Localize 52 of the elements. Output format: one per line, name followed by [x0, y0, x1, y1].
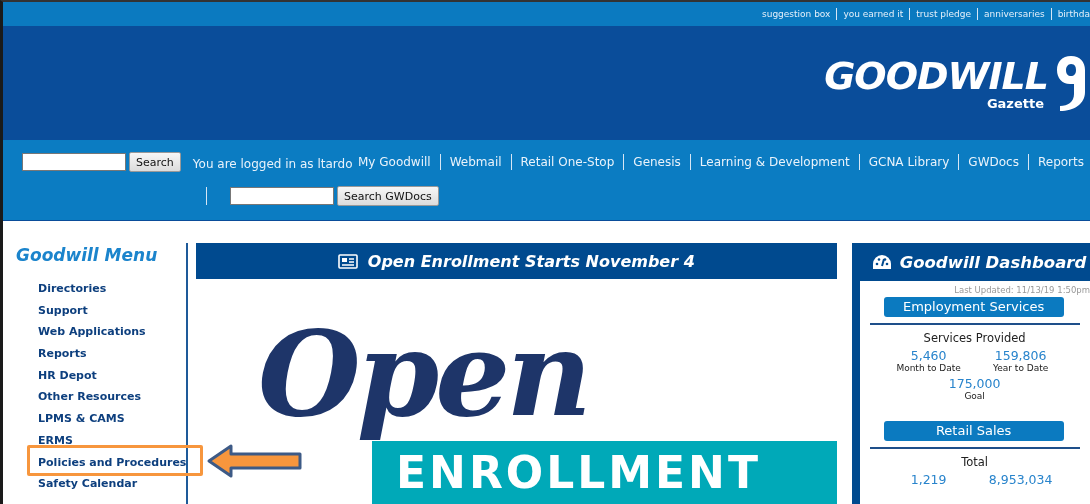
dashboard-title: Goodwill Dashboard [899, 252, 1087, 272]
login-status: You are logged in as ltardo [192, 156, 353, 171]
section-subtitle: Services Provided [922, 331, 1027, 345]
nav-link[interactable]: Retail One-Stop [520, 155, 615, 169]
menu-link[interactable]: HR Depot [38, 368, 97, 382]
section-header: Employment Services [883, 297, 1064, 317]
stat-value: 8,953,034 [987, 472, 1054, 487]
gauge-icon [871, 254, 892, 270]
nav-link[interactable]: Webmail [449, 155, 502, 169]
search-field[interactable] [22, 153, 126, 171]
stat-value: 1,219 [909, 472, 948, 487]
newspaper-icon [337, 253, 358, 269]
section-header: Retail Sales [883, 421, 1064, 441]
nav-link[interactable]: Reports [1037, 155, 1084, 169]
last-updated: Last Updated: 11/13/19 1:50pm [953, 285, 1090, 295]
top-link[interactable]: trust pledge [916, 9, 971, 19]
menu-heading: Goodwill Menu [16, 245, 159, 265]
logo-mark-icon [1056, 54, 1086, 112]
stat-value: 175,000 [947, 376, 1002, 391]
top-link[interactable]: anniversaries [984, 9, 1045, 19]
stat-label: Year to Date [991, 363, 1050, 373]
search-button[interactable]: Search [129, 152, 181, 172]
banner-heading: ENROLLMENT [396, 447, 762, 498]
arrow-icon [207, 443, 303, 478]
menu-link[interactable]: ERMS [38, 433, 73, 447]
top-link[interactable]: suggestion box [762, 9, 831, 19]
section-subtitle: Total [960, 455, 990, 469]
logo-subtitle: Gazette [986, 95, 1044, 111]
nav-link[interactable]: GWDocs [968, 155, 1019, 169]
nav-link[interactable]: GCNA Library [868, 155, 950, 169]
nav-link[interactable]: My Goodwill [358, 155, 431, 169]
feature-title: Open Enrollment Starts November 4 [367, 251, 695, 271]
menu-link[interactable]: Other Resources [38, 390, 141, 404]
menu-link[interactable]: Reports [38, 347, 87, 361]
stat-value: 159,806 [993, 348, 1048, 363]
stat-value: 5,460 [909, 348, 948, 363]
banner-script-text: Open [258, 303, 589, 445]
menu-link[interactable]: LPMS & CAMS [38, 412, 125, 426]
stat-label: Month to Date [895, 363, 962, 373]
menu-link[interactable]: Directories [38, 282, 107, 295]
menu-link[interactable]: Support [38, 303, 88, 317]
menu-link[interactable]: Web Applications [38, 325, 146, 339]
docs-search-field[interactable] [230, 187, 334, 205]
nav-link[interactable]: Genesis [633, 155, 681, 169]
top-link[interactable]: you earned it [843, 9, 904, 19]
nav-link[interactable]: Learning & Development [699, 155, 850, 169]
menu-link[interactable]: Policies and Procedures [38, 455, 187, 469]
docs-search-button[interactable]: Search GWDocs [337, 186, 439, 206]
stat-label: Goal [963, 391, 986, 401]
top-link[interactable]: birthda [1057, 9, 1090, 19]
logo-wordmark: GOODWILL [824, 55, 1048, 96]
menu-link[interactable]: Safety Calendar [38, 477, 138, 491]
